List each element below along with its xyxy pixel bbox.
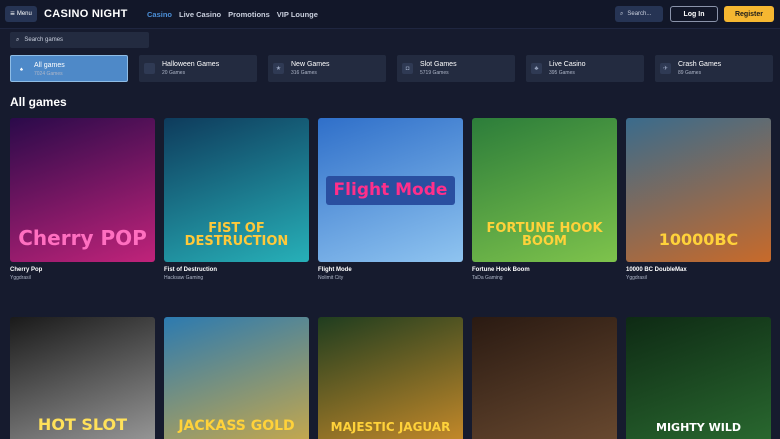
category-name: Slot Games bbox=[420, 61, 457, 68]
game-thumbnail[interactable]: 10000BC bbox=[626, 118, 771, 262]
game-card[interactable] bbox=[472, 317, 617, 439]
game-thumbnail[interactable]: FIST OF DESTRUCTION bbox=[164, 118, 309, 262]
game-art-title: JACKASS GOLD bbox=[178, 418, 295, 434]
game-art-title: HOT SLOT bbox=[37, 415, 128, 434]
category-new-games[interactable]: ★ New Games 316 Games bbox=[268, 55, 386, 82]
category-count: 395 Games bbox=[549, 70, 575, 76]
dealer-icon: ♣ bbox=[531, 63, 542, 74]
menu-label: Menu bbox=[16, 11, 32, 17]
game-thumbnail[interactable]: MAJESTIC JAGUAR bbox=[318, 317, 463, 439]
game-thumbnail[interactable]: JACKASS GOLD bbox=[164, 317, 309, 439]
plane-icon: ✈ bbox=[660, 63, 671, 74]
game-name: 10000 BC DoubleMax bbox=[626, 267, 687, 273]
search-icon: ⌕ bbox=[620, 10, 624, 17]
game-art-title: FORTUNE HOOK BOOM bbox=[486, 221, 603, 249]
game-provider: Nolimit City bbox=[318, 275, 344, 281]
category-name: All games bbox=[34, 62, 65, 69]
top-bar: ≡ Menu CASINO NIGHT Casino Live Casino P… bbox=[0, 0, 780, 29]
game-art-title: MAJESTIC JAGUAR bbox=[330, 420, 451, 434]
menu-button[interactable]: ≡ Menu bbox=[5, 6, 37, 22]
category-name: Halloween Games bbox=[162, 61, 220, 68]
header-search-label: Search... bbox=[627, 11, 652, 17]
game-card[interactable]: Flight Mode Flight Mode Nolimit City bbox=[318, 118, 463, 281]
game-provider: Yggdrasil bbox=[626, 275, 647, 281]
category-crash-games[interactable]: ✈ Crash Games 89 Games bbox=[655, 55, 773, 82]
game-thumbnail[interactable]: HOT SLOT bbox=[10, 317, 155, 439]
logo[interactable]: CASINO NIGHT bbox=[44, 8, 128, 20]
category-halloween-games[interactable]: Halloween Games 20 Games bbox=[139, 55, 257, 82]
game-provider: Hacksaw Gaming bbox=[164, 275, 204, 281]
cards-icon: ♠ bbox=[19, 66, 24, 73]
category-bar: ♠ All games 7024 Games Halloween Games 2… bbox=[10, 55, 773, 82]
game-card[interactable]: MAJESTIC JAGUAR bbox=[318, 317, 463, 439]
category-count: 316 Games bbox=[291, 70, 317, 76]
category-name: Live Casino bbox=[549, 61, 586, 68]
game-thumbnail[interactable]: Cherry POP bbox=[10, 118, 155, 262]
game-card[interactable]: HOT SLOT bbox=[10, 317, 155, 439]
register-button[interactable]: Register bbox=[724, 6, 774, 22]
game-name: Fist of Destruction bbox=[164, 267, 218, 273]
hamburger-icon: ≡ bbox=[10, 9, 15, 18]
nav-vip-lounge[interactable]: VIP Lounge bbox=[277, 10, 318, 19]
main-nav: Casino Live Casino Promotions VIP Lounge bbox=[147, 10, 318, 19]
category-all-games[interactable]: ♠ All games 7024 Games bbox=[10, 55, 128, 82]
login-button[interactable]: Log In bbox=[670, 6, 718, 22]
header-search-button[interactable]: ⌕ Search... bbox=[615, 6, 663, 22]
star-icon: ★ bbox=[273, 63, 284, 74]
category-name: Crash Games bbox=[678, 61, 722, 68]
category-name: New Games bbox=[291, 61, 330, 68]
game-thumbnail[interactable]: MIGHTY WILD bbox=[626, 317, 771, 439]
game-name: Cherry Pop bbox=[10, 267, 43, 273]
game-art-title: FIST OF DESTRUCTION bbox=[184, 221, 289, 249]
slot-icon: ◘ bbox=[402, 63, 413, 74]
category-count: 89 Games bbox=[678, 70, 702, 76]
game-name: Fortune Hook Boom bbox=[472, 267, 530, 273]
game-thumbnail[interactable] bbox=[472, 317, 617, 439]
nav-promotions[interactable]: Promotions bbox=[228, 10, 270, 19]
section-title: All games bbox=[10, 95, 67, 109]
category-count: 7024 Games bbox=[34, 71, 63, 77]
nav-casino[interactable]: Casino bbox=[147, 10, 172, 19]
game-name: Flight Mode bbox=[318, 267, 352, 273]
search-games-input[interactable]: ⌕ Search games bbox=[10, 32, 149, 48]
pumpkin-icon bbox=[144, 63, 155, 74]
game-art-title: 10000BC bbox=[658, 230, 739, 249]
game-provider: TaDa Gaming bbox=[472, 275, 503, 281]
game-art-title: Flight Mode bbox=[325, 175, 456, 205]
search-icon: ⌕ bbox=[16, 36, 20, 43]
game-provider: Yggdrasil bbox=[10, 275, 31, 281]
game-thumbnail[interactable]: Flight Mode bbox=[318, 118, 463, 262]
nav-live-casino[interactable]: Live Casino bbox=[179, 10, 221, 19]
category-live-casino[interactable]: ♣ Live Casino 395 Games bbox=[526, 55, 644, 82]
category-slot-games[interactable]: ◘ Slot Games 5719 Games bbox=[397, 55, 515, 82]
game-card[interactable]: 10000BC 10000 BC DoubleMax Yggdrasil bbox=[626, 118, 771, 281]
category-count: 20 Games bbox=[162, 70, 186, 76]
search-games-placeholder: Search games bbox=[24, 37, 64, 43]
game-card[interactable]: FIST OF DESTRUCTION Fist of Destruction … bbox=[164, 118, 309, 281]
game-card[interactable]: Cherry POP Cherry Pop Yggdrasil bbox=[10, 118, 155, 281]
game-card[interactable]: MIGHTY WILD bbox=[626, 317, 771, 439]
game-thumbnail[interactable]: FORTUNE HOOK BOOM bbox=[472, 118, 617, 262]
game-card[interactable]: FORTUNE HOOK BOOM Fortune Hook Boom TaDa… bbox=[472, 118, 617, 281]
game-art-title: MIGHTY WILD bbox=[656, 421, 741, 434]
game-art-title: Cherry POP bbox=[18, 226, 147, 250]
category-count: 5719 Games bbox=[420, 70, 449, 76]
game-card[interactable]: JACKASS GOLD bbox=[164, 317, 309, 439]
